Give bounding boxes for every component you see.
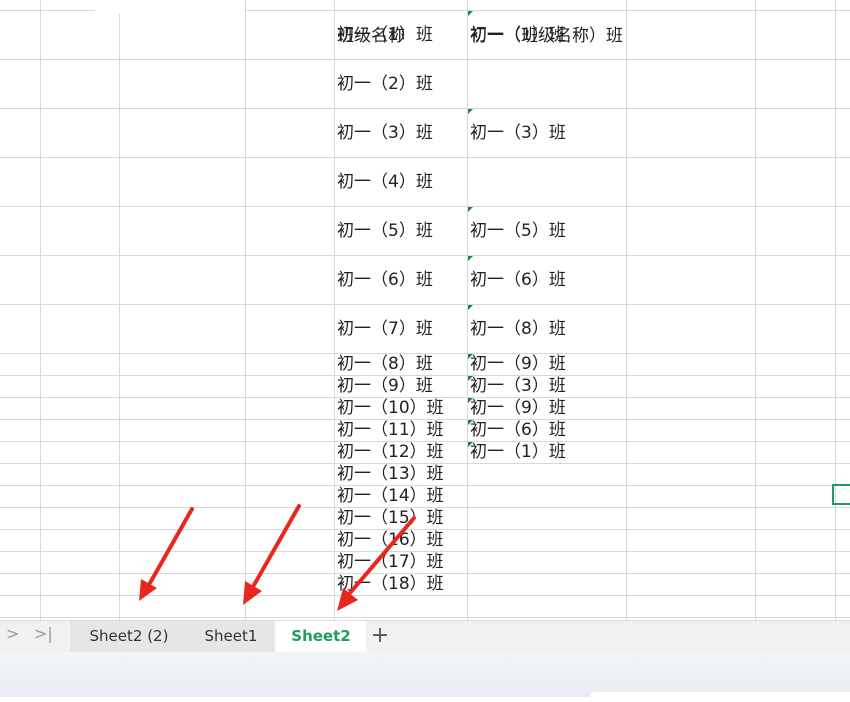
cell-formula-result[interactable]: 初一（6）班 [470, 270, 566, 290]
row-gridline [0, 108, 850, 109]
cell-class-name[interactable]: 初一（3）班 [337, 123, 433, 143]
cell-indicator-icon [468, 256, 473, 261]
row-gridline [0, 617, 850, 618]
cell-formula-result[interactable]: 初一（5）班 [470, 221, 566, 241]
tab-sheet2-copy[interactable]: Sheet2 (2) [70, 621, 188, 652]
cell-class-name[interactable]: 初一（2）班 [337, 74, 433, 94]
cell-formula-result[interactable]: 初一（3）班 [470, 376, 566, 396]
bottom-status-area [0, 652, 850, 702]
cell-formula-result[interactable]: 初一（1）班 [470, 442, 566, 462]
cell-indicator-icon [468, 376, 473, 381]
cell-formula-result[interactable]: 初一（3）班 [470, 123, 566, 143]
cell-indicator-icon [468, 207, 473, 212]
tab-sheet1[interactable]: Sheet1 [188, 621, 274, 652]
cell-indicator-icon [468, 398, 473, 403]
row-gridline [0, 206, 850, 207]
selected-cell-border[interactable] [832, 484, 850, 505]
tab-sheet2[interactable]: Sheet2 [276, 621, 366, 652]
sheet-tab-bar: > >| Sheet2 (2) Sheet1 Sheet2 + [0, 620, 850, 652]
cell-class-name[interactable]: 初一（9）班 [337, 376, 433, 396]
header-blank-area [95, 0, 245, 14]
cell-class-name[interactable]: 初一（13）班 [337, 464, 444, 484]
cell-class-name[interactable]: 初一（15）班 [337, 508, 444, 528]
cell-class-name[interactable]: 初一（11）班 [337, 420, 444, 440]
last-sheet-button[interactable]: >| [34, 624, 53, 643]
cell-formula-result[interactable]: 初一（9）班 [470, 354, 566, 374]
column-gridline [467, 0, 468, 620]
cell-class-name[interactable]: 初一（5）班 [337, 221, 433, 241]
cell-class-name[interactable]: 初一（7）班 [337, 319, 433, 339]
cell-class-name[interactable]: 初一（17）班 [337, 552, 444, 572]
cell-indicator-icon [468, 11, 473, 16]
cell-class-name[interactable]: 初一（6）班 [337, 270, 433, 290]
cell-indicator-icon [468, 109, 473, 114]
cell-class-name[interactable]: 初一（14）班 [337, 486, 444, 506]
add-sheet-button[interactable]: + [368, 621, 392, 652]
cell-formula-result[interactable]: 初一（1）班 [470, 25, 566, 45]
cell-class-name[interactable]: 初一（16）班 [337, 530, 444, 550]
column-gridline [119, 0, 120, 620]
cell-formula-result[interactable]: 初一（9）班 [470, 398, 566, 418]
cell-formula-result[interactable]: 初一（8）班 [470, 319, 566, 339]
cell-indicator-icon [468, 442, 473, 447]
cell-class-name[interactable]: 初一（8）班 [337, 354, 433, 374]
column-gridline [40, 0, 41, 620]
cell-class-name[interactable]: 初一（4）班 [337, 172, 433, 192]
column-gridline [334, 0, 335, 620]
column-gridline [626, 0, 627, 620]
row-gridline [0, 304, 850, 305]
cell-class-name[interactable]: 初一（12）班 [337, 442, 444, 462]
column-gridline [755, 0, 756, 620]
cell-class-name[interactable]: 初一（18）班 [337, 574, 444, 594]
spreadsheet-grid[interactable]: 班级名称 初一（班级名称）班 初一（1）班 初一（1）班 初一（2）班 初一（3）班 初一（… [0, 0, 850, 620]
cell-indicator-icon [468, 305, 473, 310]
column-gridline [245, 0, 246, 620]
column-gridline [835, 0, 836, 620]
row-gridline [0, 59, 850, 60]
row-gridline [0, 157, 850, 158]
cell-indicator-icon [468, 420, 473, 425]
row-gridline [0, 595, 850, 596]
status-pill [590, 692, 850, 702]
cell-formula-result[interactable]: 初一（6）班 [470, 420, 566, 440]
next-sheet-button[interactable]: > [6, 624, 19, 643]
cell-class-name[interactable]: 初一（1）班 [337, 25, 433, 45]
row-gridline [0, 255, 850, 256]
cell-indicator-icon [468, 354, 473, 359]
cell-class-name[interactable]: 初一（10）班 [337, 398, 444, 418]
